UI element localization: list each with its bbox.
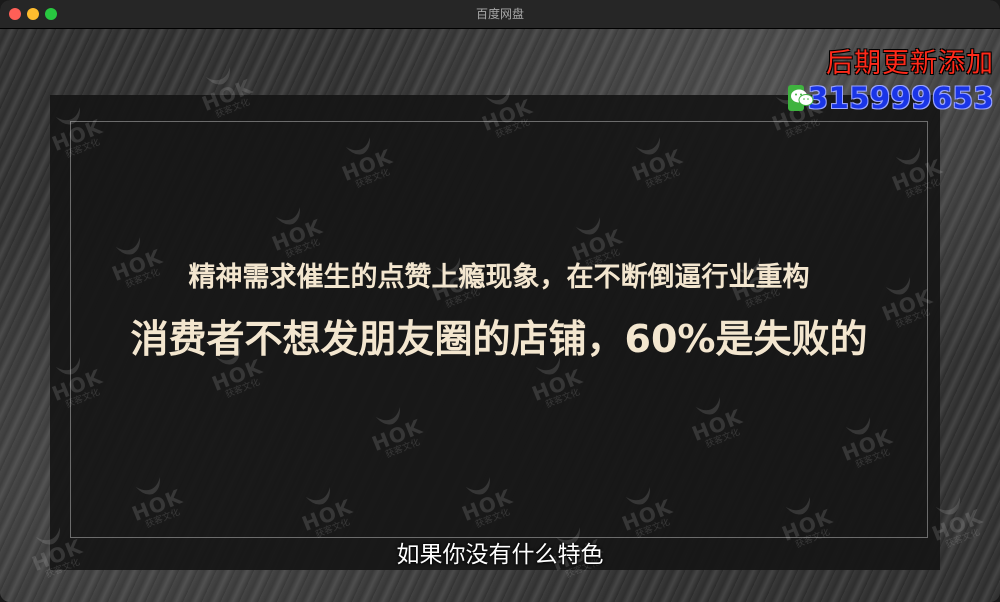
headline-line-2: 消费者不想发朋友圈的店铺，60%是失败的 [130, 317, 868, 361]
hok-watermark: HOK 获客文化 [462, 77, 553, 157]
promo-overlay: 后期更新添加 315999653 [788, 47, 994, 115]
headline-line-1: 精神需求催生的点赞上瘾现象，在不断倒逼行业重构 [188, 262, 810, 293]
app-window: 百度网盘 HOK 获客文化 HOK 获客文化 HOK 获客文化 HOK 获客文化 HOK 获客文化… [0, 0, 1000, 602]
hok-watermark: HOK 获客文化 [672, 387, 763, 467]
title-bar[interactable]: 百度网盘 [0, 0, 1000, 29]
hok-watermark: HOK 获客文化 [182, 57, 273, 137]
hok-watermark: HOK 获客文化 [352, 397, 443, 477]
video-subtitle: 如果你没有什么特色 [396, 542, 604, 568]
promo-contact: 315999653 [788, 81, 994, 115]
hok-watermark: HOK 获客文化 [822, 407, 913, 487]
video-frame[interactable]: HOK 获客文化 HOK 获客文化 HOK 获客文化 HOK 获客文化 HOK 获客文化 HOK 获客… [0, 29, 1000, 602]
wechat-id: 315999653 [807, 81, 994, 115]
window-title: 百度网盘 [475, 7, 524, 21]
hok-watermark: HOK 获客文化 [322, 127, 413, 207]
promo-update-text: 后期更新添加 [826, 48, 994, 79]
hok-watermark: HOK 获客文化 [872, 137, 963, 217]
hok-watermark: HOK 获客文化 [32, 97, 123, 177]
wechat-icon [788, 85, 814, 111]
hok-watermark: HOK 获客文化 [612, 127, 703, 207]
